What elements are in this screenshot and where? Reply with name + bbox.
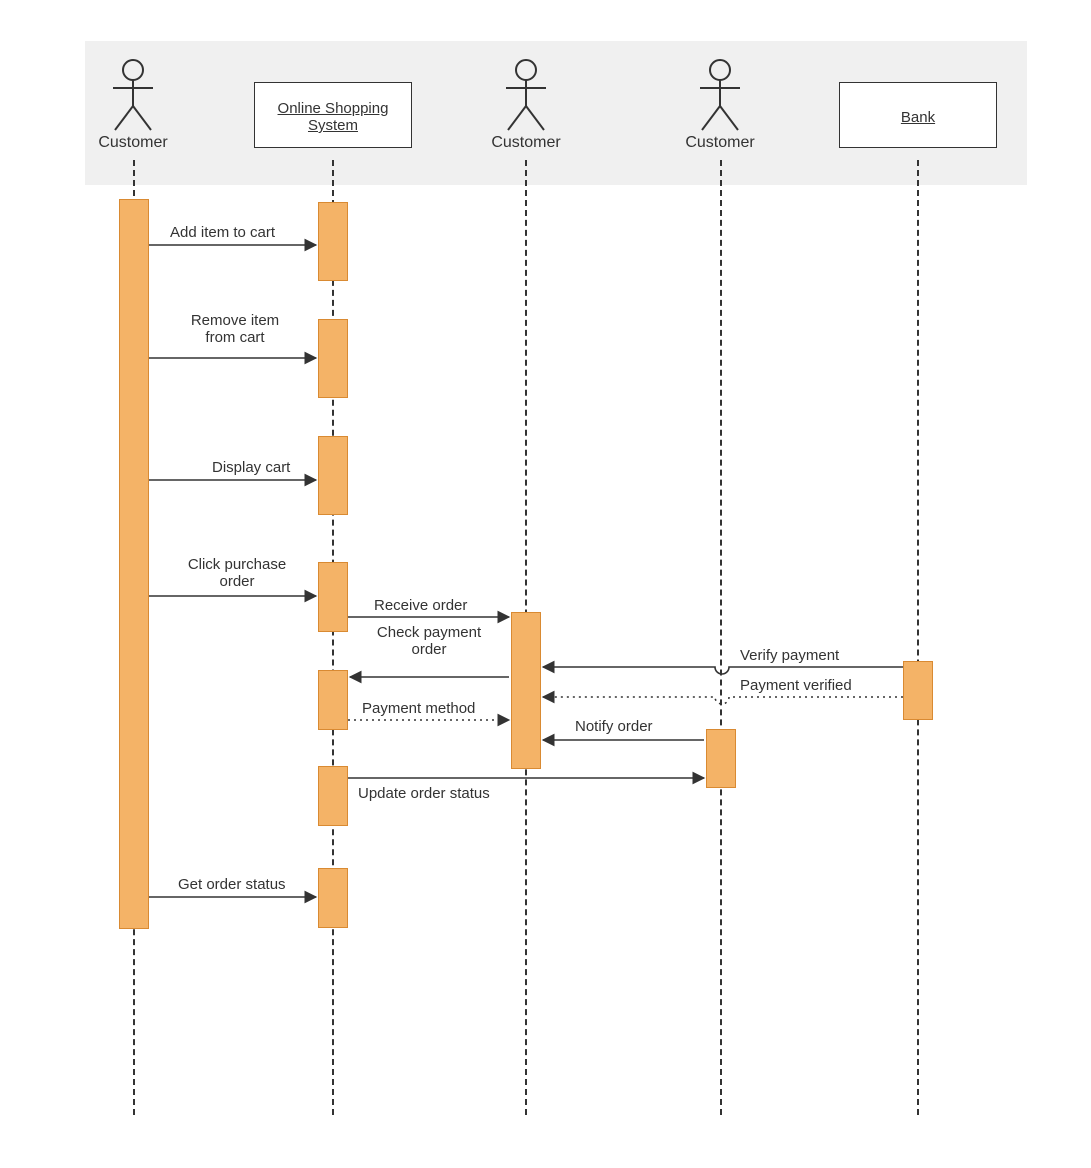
msg-payment-verified: Payment verified bbox=[740, 677, 852, 694]
activation-system-7 bbox=[318, 868, 348, 928]
msg-update-status: Update order status bbox=[358, 785, 490, 802]
msg-receive-order: Receive order bbox=[374, 597, 467, 614]
activation-system-6 bbox=[318, 766, 348, 826]
actor-customer-1: Customer bbox=[93, 58, 173, 152]
msg-display-cart: Display cart bbox=[212, 459, 290, 476]
object-label: Online Shopping System bbox=[259, 100, 407, 134]
sequence-diagram: Customer Online Shopping System Customer bbox=[0, 0, 1091, 1168]
object-bank: Bank bbox=[839, 82, 997, 148]
person-icon bbox=[93, 58, 173, 132]
activation-customer-2 bbox=[511, 612, 541, 769]
msg-get-status: Get order status bbox=[178, 876, 286, 893]
msg-check-payment: Check payment order bbox=[369, 624, 489, 659]
lifeline-customer-3 bbox=[720, 160, 722, 1115]
msg-payment-method: Payment method bbox=[362, 700, 475, 717]
person-icon bbox=[486, 58, 566, 132]
activation-bank bbox=[903, 661, 933, 720]
activation-customer-3 bbox=[706, 729, 736, 788]
activation-customer-1 bbox=[119, 199, 149, 929]
msg-click-purchase: Click purchase order bbox=[172, 556, 302, 591]
msg-add-item: Add item to cart bbox=[170, 224, 275, 241]
actor-customer-3: Customer bbox=[680, 58, 760, 152]
person-icon bbox=[680, 58, 760, 132]
msg-verify-payment: Verify payment bbox=[740, 647, 839, 664]
activation-system-3 bbox=[318, 436, 348, 515]
activation-system-5 bbox=[318, 670, 348, 730]
actor-label: Customer bbox=[93, 134, 173, 152]
activation-system-2 bbox=[318, 319, 348, 398]
lifeline-bank bbox=[917, 160, 919, 1115]
actor-label: Customer bbox=[680, 134, 760, 152]
lifeline-system bbox=[332, 160, 334, 1115]
msg-notify-order: Notify order bbox=[575, 718, 653, 735]
activation-system-4 bbox=[318, 562, 348, 632]
object-online-shopping-system: Online Shopping System bbox=[254, 82, 412, 148]
object-label: Bank bbox=[901, 109, 935, 126]
msg-remove-item: Remove item from cart bbox=[180, 312, 290, 347]
actor-customer-2: Customer bbox=[486, 58, 566, 152]
actor-label: Customer bbox=[486, 134, 566, 152]
activation-system-1 bbox=[318, 202, 348, 281]
